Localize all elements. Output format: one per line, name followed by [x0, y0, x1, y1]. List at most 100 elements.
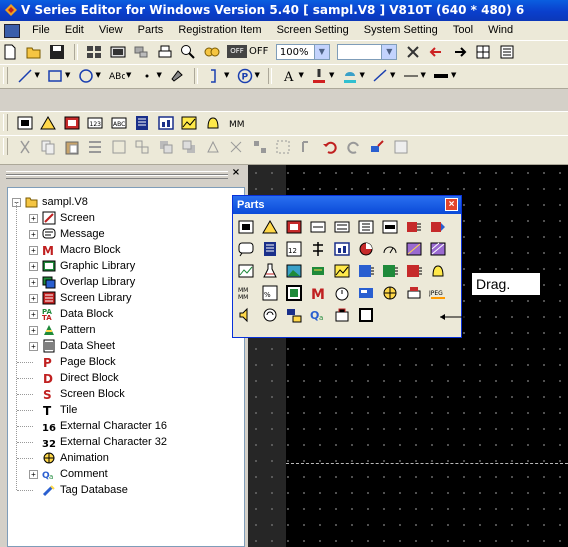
pilot-lamp-icon[interactable]	[261, 218, 279, 236]
tool-icon[interactable]	[404, 43, 422, 61]
chevron-down-icon[interactable]: ▼	[157, 71, 164, 79]
expand-icon[interactable]: +	[29, 294, 38, 303]
graph-part-icon[interactable]	[285, 218, 303, 236]
menu-tool[interactable]: Tool	[447, 21, 479, 40]
toolbar-grip[interactable]	[3, 114, 8, 131]
expand-icon[interactable]: +	[29, 246, 38, 255]
pilot-lamp-icon[interactable]	[39, 114, 57, 132]
rotate-icon[interactable]	[204, 138, 222, 156]
numeric-display-icon[interactable]: 123	[86, 114, 104, 132]
undo-icon[interactable]	[321, 138, 339, 156]
send-back-icon[interactable]	[180, 138, 198, 156]
distribute-icon[interactable]	[274, 138, 292, 156]
chevron-down-icon[interactable]: ▼	[126, 71, 133, 79]
panel-grip[interactable]	[6, 175, 228, 179]
chevron-down-icon[interactable]: ▼	[65, 71, 72, 79]
menu-window[interactable]: Wind	[482, 21, 519, 40]
window-icon[interactable]	[285, 284, 303, 302]
alarm-bell-icon[interactable]	[204, 114, 222, 132]
jpeg-icon[interactable]: JPEG	[428, 284, 447, 302]
zoom-icon[interactable]	[179, 43, 197, 61]
bar-graph-icon[interactable]	[333, 240, 351, 258]
toolbar-grip[interactable]	[3, 138, 8, 155]
operation-log-icon[interactable]	[261, 306, 279, 324]
line-color-icon[interactable]	[371, 67, 389, 85]
align-icon[interactable]	[86, 138, 104, 156]
dot-icon[interactable]	[138, 67, 156, 85]
toggle-icon[interactable]	[203, 43, 221, 61]
chevron-down-icon[interactable]: ▼	[224, 71, 231, 79]
tree-item-direct-block[interactable]: D Direct Block	[8, 370, 238, 386]
tree-item-tile[interactable]: T Tile	[8, 402, 238, 418]
time-display-icon[interactable]: %	[261, 284, 279, 302]
menu-registration-item[interactable]: Registration Item	[172, 21, 267, 40]
switch-part-icon[interactable]	[16, 114, 34, 132]
trend-graph-icon[interactable]	[180, 114, 198, 132]
panel-meter-icon[interactable]	[381, 240, 399, 258]
paint-icon[interactable]	[168, 67, 186, 85]
menu-parts[interactable]: Parts	[132, 21, 170, 40]
tree-item-page-block[interactable]: P Page Block	[8, 354, 238, 370]
expand-icon[interactable]: +	[29, 342, 38, 351]
chevron-down-icon[interactable]: ▼	[255, 71, 262, 79]
tree-item-animation[interactable]: Animation	[8, 450, 238, 466]
tree-item-data-sheet[interactable]: + Data Sheet	[8, 338, 238, 354]
toolbar-grip[interactable]	[3, 67, 8, 84]
chevron-down-icon[interactable]: ▼	[360, 71, 367, 79]
multi-display-icon[interactable]	[429, 218, 447, 236]
sound-icon[interactable]	[237, 306, 255, 324]
group-icon[interactable]	[110, 138, 128, 156]
line-icon[interactable]	[16, 67, 34, 85]
calendar-icon[interactable]: 12	[285, 240, 303, 258]
frame-icon[interactable]	[357, 306, 375, 324]
rectangle-icon[interactable]	[46, 67, 64, 85]
edit-pen-icon[interactable]	[368, 138, 386, 156]
printer-part-icon[interactable]	[405, 284, 423, 302]
save-icon[interactable]	[48, 43, 66, 61]
message-part-icon[interactable]: MM	[227, 114, 245, 132]
line-style-icon[interactable]	[402, 67, 420, 85]
expand-icon[interactable]: +	[29, 326, 38, 335]
tree-item-macro-block[interactable]: + M Macro Block	[8, 242, 238, 258]
character-display-icon[interactable]: ABC	[110, 114, 128, 132]
window-titlebar[interactable]: V Series Editor for Windows Version 5.40…	[0, 0, 568, 21]
picture-icon[interactable]	[285, 262, 303, 280]
close-icon[interactable]: ×	[230, 167, 242, 178]
ungroup-icon[interactable]	[133, 138, 151, 156]
card-icon[interactable]	[357, 284, 375, 302]
layer-select[interactable]: ▼	[337, 44, 398, 60]
sampling-icon[interactable]	[309, 240, 327, 258]
zoom-select[interactable]: 100% ▼	[275, 44, 330, 60]
flip-icon[interactable]	[227, 138, 245, 156]
tree-item-data-block[interactable]: + PA TA Data Block	[8, 306, 238, 322]
tree-item-external-character-32[interactable]: 32 External Character 32	[8, 434, 238, 450]
new-file-icon[interactable]	[1, 43, 19, 61]
closed-area-graph-icon[interactable]	[405, 240, 423, 258]
tree-item-screen-library[interactable]: + Screen Library	[8, 290, 238, 306]
font-icon[interactable]: A	[280, 67, 298, 85]
tree-item-screen-block[interactable]: S Screen Block	[8, 386, 238, 402]
message-display-icon[interactable]	[357, 218, 375, 236]
data-transfer-icon[interactable]	[405, 218, 423, 236]
chevron-down-icon[interactable]: ▼	[390, 71, 397, 79]
parts-window[interactable]: Parts × 12 MM MM% M JPEG Qa	[232, 195, 462, 338]
text-icon[interactable]: ABc	[107, 67, 126, 85]
character-display-icon[interactable]	[333, 218, 351, 236]
menu-edit[interactable]: Edit	[59, 21, 90, 40]
entry-display-icon[interactable]	[381, 218, 399, 236]
expand-icon[interactable]: +	[29, 470, 38, 479]
chevron-down-icon[interactable]: ▼	[451, 71, 458, 79]
bracket-icon[interactable]	[205, 67, 223, 85]
simulator-icon[interactable]	[109, 43, 127, 61]
close-icon[interactable]: ×	[445, 198, 458, 211]
alarm-list-icon[interactable]	[405, 262, 423, 280]
expand-icon[interactable]: +	[29, 230, 38, 239]
tree-item-tag-database[interactable]: Tag Database	[8, 482, 238, 498]
timer-icon[interactable]	[333, 284, 351, 302]
arrange-icon[interactable]	[251, 138, 269, 156]
comment-icon[interactable]: Qa	[309, 306, 327, 324]
arrow-left-icon[interactable]	[427, 43, 445, 61]
tree-item-pattern[interactable]: + Pattern	[8, 322, 238, 338]
tree-item-graphic-library[interactable]: + Graphic Library	[8, 258, 238, 274]
cut-icon[interactable]	[16, 138, 34, 156]
